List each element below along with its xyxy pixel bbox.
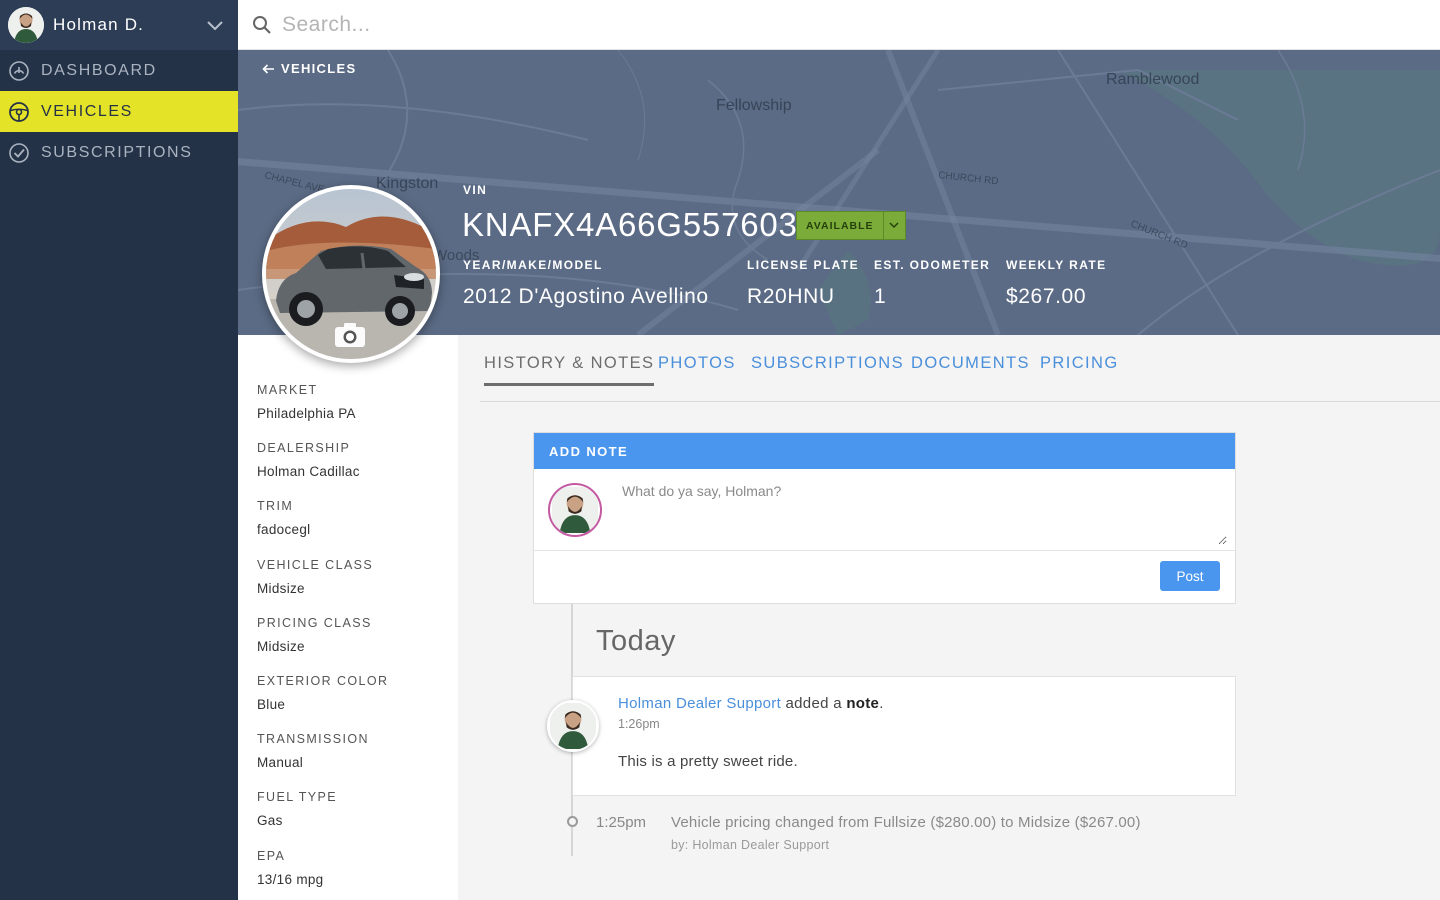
detail-label: EPA (257, 849, 286, 863)
field-value: 1 (874, 285, 887, 308)
status-dropdown-toggle[interactable] (882, 212, 905, 239)
entry-timestamp: 1:26pm (618, 717, 660, 731)
vin-label: VIN (463, 183, 488, 197)
detail-label: MARKET (257, 383, 318, 397)
vin-value: KNAFX4A66G5576038 (462, 206, 817, 243)
search-input[interactable] (282, 12, 1182, 37)
avatar (547, 700, 599, 752)
map-label-ramblewood: Ramblewood (1106, 71, 1199, 88)
detail-exterior-color: EXTERIOR COLOR Blue (257, 674, 388, 712)
detail-value: Manual (257, 755, 304, 770)
steering-wheel-icon (9, 101, 29, 122)
event-author: by: Holman Dealer Support (671, 838, 830, 852)
detail-value: Midsize (257, 581, 305, 596)
timeline-event-dot (567, 816, 578, 827)
event-description: Vehicle pricing changed from Fullsize ($… (671, 814, 1141, 831)
map-label-fellowship: Fellowship (716, 97, 792, 114)
post-button[interactable]: Post (1160, 561, 1220, 591)
tab-pricing[interactable]: PRICING (1040, 354, 1119, 383)
detail-value: fadocegl (257, 522, 311, 537)
status-dropdown[interactable]: AVAILABLE (796, 211, 906, 240)
user-avatar (8, 7, 44, 43)
user-name: Holman D. (53, 15, 145, 34)
search-bar (238, 0, 1440, 50)
entry-text: This is a pretty sweet ride. (618, 753, 798, 770)
avatar (548, 483, 602, 537)
vehicle-tabs: HISTORY & NOTES PHOTOS SUBSCRIPTIONS DOC… (480, 335, 1440, 402)
vehicle-details-panel: MARKET Philadelphia PA DEALERSHIP Holman C… (238, 335, 458, 900)
add-note-title: ADD NOTE (534, 433, 1235, 469)
map-label-kingston: Kingston (376, 175, 438, 192)
tab-history-notes[interactable]: HISTORY & NOTES (484, 354, 655, 386)
detail-label: EXTERIOR COLOR (257, 674, 389, 688)
entry-action: added a (781, 695, 847, 712)
tab-subscriptions[interactable]: SUBSCRIPTIONS (751, 354, 904, 383)
note-body (534, 469, 1235, 551)
field-value: 2012 D'Agostino Avellino (463, 285, 709, 308)
detail-value: Philadelphia PA (257, 406, 356, 421)
detail-transmission: TRANSMISSION Manual (257, 732, 369, 770)
nav-item-dashboard[interactable]: DASHBOARD (0, 50, 238, 91)
detail-label: DEALERSHIP (257, 441, 351, 455)
detail-value: Midsize (257, 639, 305, 654)
detail-label: TRANSMISSION (257, 732, 369, 746)
field-label: EST. ODOMETER (874, 258, 991, 272)
entry-end: . (879, 695, 884, 712)
field-year-make-model: YEAR/MAKE/MODEL 2012 D'Agostino Avellino (463, 258, 709, 309)
field-value: R20HNU (747, 285, 835, 308)
add-note-card: ADD NOTE Post (533, 432, 1236, 604)
entry-kind: note (846, 695, 880, 712)
detail-label: VEHICLE CLASS (257, 558, 374, 572)
nav-label-dashboard: DASHBOARD (41, 61, 157, 79)
detail-epa: EPA 13/16 mpg (257, 849, 324, 887)
nav-label-vehicles: VEHICLES (41, 102, 133, 120)
chevron-down-icon[interactable] (204, 14, 226, 36)
detail-fuel-type: FUEL TYPE Gas (257, 790, 337, 828)
nav-label-subscriptions: SUBSCRIPTIONS (41, 143, 193, 161)
timeline-note-entry: Holman Dealer Support added a note. 1:26… (572, 676, 1236, 796)
event-timestamp: 1:25pm (596, 814, 647, 831)
arrow-left-icon (262, 63, 274, 74)
tab-documents[interactable]: DOCUMENTS (911, 354, 1030, 383)
camera-icon[interactable] (334, 322, 366, 348)
detail-value: 13/16 mpg (257, 872, 324, 887)
detail-value: Gas (257, 813, 283, 828)
detail-vehicle-class: VEHICLE CLASS Midsize (257, 558, 373, 596)
detail-label: PRICING CLASS (257, 616, 372, 630)
gauge-icon (9, 60, 29, 81)
detail-value: Holman Cadillac (257, 464, 360, 479)
sidebar: Holman D. DASHBOARD VEHICLES SUBSCRIPTIO… (0, 0, 238, 900)
timeline-day-heading: Today (596, 625, 676, 657)
detail-label: TRIM (257, 499, 294, 513)
status-badge: AVAILABLE (806, 219, 874, 232)
search-icon (253, 15, 271, 34)
field-odometer: EST. ODOMETER 1 (874, 258, 990, 309)
detail-dealership: DEALERSHIP Holman Cadillac (257, 441, 360, 479)
detail-label: FUEL TYPE (257, 790, 337, 804)
back-to-vehicles-link[interactable]: VEHICLES (262, 61, 356, 76)
field-label: YEAR/MAKE/MODEL (463, 258, 603, 272)
entry-author-link[interactable]: Holman Dealer Support (618, 695, 781, 712)
check-circle-icon (9, 142, 29, 163)
detail-pricing-class: PRICING CLASS Midsize (257, 616, 372, 654)
field-label: WEEKLY RATE (1006, 258, 1107, 272)
entry-summary: Holman Dealer Support added a note. (618, 695, 884, 712)
field-weekly-rate: WEEKLY RATE $267.00 (1006, 258, 1107, 309)
field-license-plate: LICENSE PLATE R20HNU (747, 258, 859, 309)
back-label: VEHICLES (281, 61, 357, 76)
nav-item-vehicles[interactable]: VEHICLES (0, 91, 238, 132)
detail-value: Blue (257, 697, 286, 712)
nav-item-subscriptions[interactable]: SUBSCRIPTIONS (0, 132, 238, 173)
tab-photos[interactable]: PHOTOS (658, 354, 736, 383)
field-label: LICENSE PLATE (747, 258, 859, 272)
field-value: $267.00 (1006, 285, 1087, 308)
detail-trim: TRIM fadocegl (257, 499, 310, 537)
user-menu[interactable]: Holman D. (0, 0, 238, 50)
detail-market: MARKET Philadelphia PA (257, 383, 356, 421)
note-textarea[interactable] (622, 483, 1227, 545)
chevron-down-icon (889, 222, 899, 229)
